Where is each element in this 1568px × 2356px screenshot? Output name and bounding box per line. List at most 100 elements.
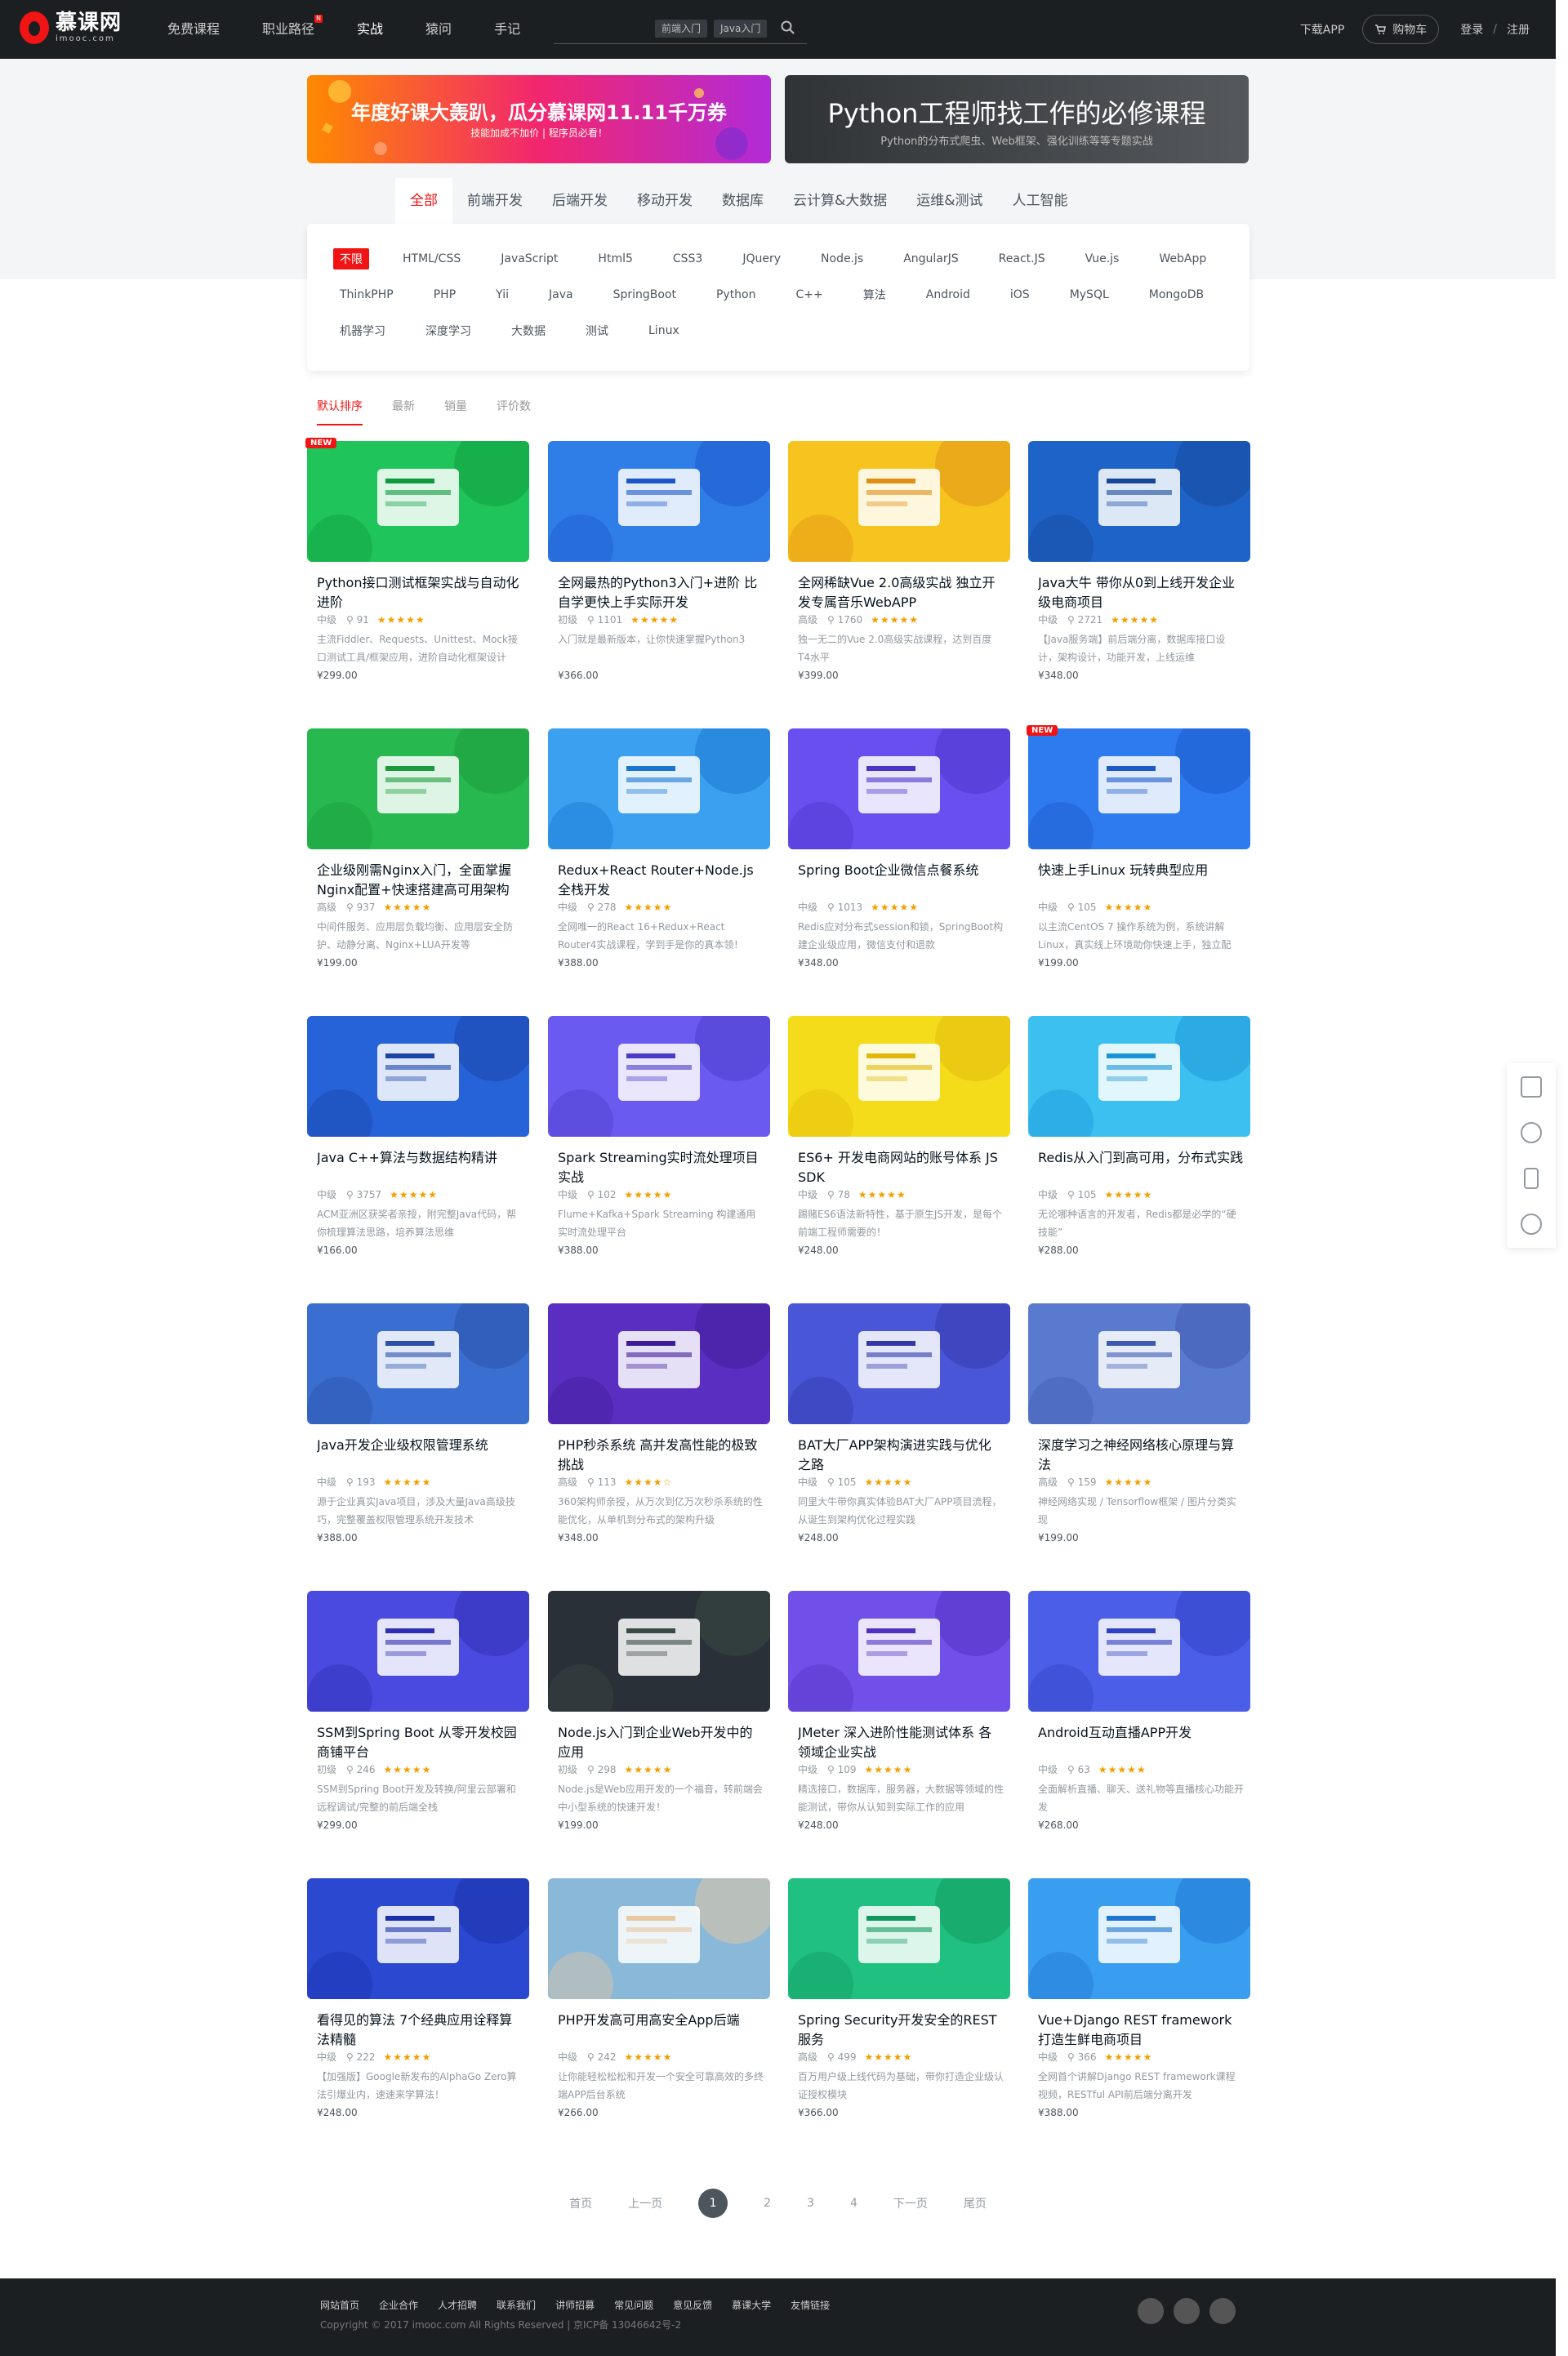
course-thumbnail[interactable] (1028, 728, 1250, 849)
course-card[interactable]: Spark Streaming实时流处理项目实战 中级 ⚲ 102 ★★★★★ Flum… (548, 1016, 770, 1261)
course-title[interactable]: SSM到Spring Boot 从零开发校园商铺平台 (317, 1723, 523, 1762)
course-thumbnail[interactable] (548, 1016, 770, 1137)
next-page-link[interactable]: 下一页 (893, 2195, 928, 2211)
course-title[interactable]: BAT大厂APP架构演进实践与优化之路 (798, 1436, 1004, 1475)
course-card[interactable]: Java开发企业级权限管理系统 中级 ⚲ 193 ★★★★★ 源于企业真实Java项目，… (307, 1303, 529, 1548)
nav-item[interactable]: 手记 (494, 0, 520, 59)
category-tab[interactable]: 运维&测试 (902, 178, 997, 224)
course-title[interactable]: 深度学习之神经网络核心原理与算法 (1038, 1436, 1244, 1475)
course-title[interactable]: Java大牛 带你从0到上线开发企业级电商项目 (1038, 573, 1244, 612)
course-card[interactable]: PHP秒杀系统 高并发高性能的极致挑战 高级 ⚲ 113 ★★★★☆ 360架构师亲授，… (548, 1303, 770, 1548)
footer-link[interactable]: 慕课大学 (732, 2298, 771, 2312)
course-thumbnail[interactable] (788, 1591, 1010, 1712)
course-thumbnail[interactable] (307, 728, 529, 849)
course-card[interactable]: ES6+ 开发电商网站的账号体系 JS SDK 中级 ⚲ 78 ★★★★★ 踢赌ES6语… (788, 1016, 1010, 1261)
course-thumbnail[interactable] (548, 441, 770, 562)
course-card[interactable]: 全网稀缺Vue 2.0高级实战 独立开发专属音乐WebAPP 高级 ⚲ 1760 ★★… (788, 441, 1010, 686)
filter-tag[interactable]: 测试 (579, 320, 615, 341)
filter-tag[interactable]: Linux (642, 322, 686, 340)
course-thumbnail[interactable] (788, 728, 1010, 849)
footer-link[interactable]: 常见问题 (614, 2298, 653, 2312)
first-page-link[interactable]: 首页 (569, 2195, 592, 2211)
search-icon[interactable] (780, 20, 796, 36)
course-thumbnail[interactable] (1028, 441, 1250, 562)
filter-tag[interactable]: JavaScript (494, 250, 564, 268)
cart-button[interactable]: 购物车 (1362, 15, 1440, 44)
course-card[interactable]: 全网最热的Python3入门+进阶 比自学更快上手实际开发 初级 ⚲ 1101 ★★★… (548, 441, 770, 686)
footer-link[interactable]: 讲师招募 (555, 2298, 595, 2312)
filter-tag[interactable]: MongoDB (1143, 286, 1210, 304)
course-thumbnail[interactable] (1028, 1591, 1250, 1712)
filter-tag[interactable]: 深度学习 (419, 320, 478, 341)
register-link[interactable]: 注册 (1507, 21, 1530, 38)
course-card[interactable]: PHP开发高可用高安全App后端 中级 ⚲ 242 ★★★★★ 让你能轻松松松和开发一个… (548, 1878, 770, 2123)
mobile-app-icon[interactable] (1524, 1168, 1539, 1189)
category-tab[interactable]: 人工智能 (998, 178, 1083, 224)
filter-tag[interactable]: Android (920, 286, 977, 304)
course-card[interactable]: 深度学习之神经网络核心原理与算法 高级 ⚲ 159 ★★★★★ 神经网络实现 / Ten… (1028, 1303, 1250, 1548)
sort-option[interactable]: 销量 (444, 398, 467, 425)
course-card[interactable]: Vue+Django REST framework 打造生鲜电商项目 中级 ⚲ 36… (1028, 1878, 1250, 2123)
course-title[interactable]: PHP开发高可用高安全App后端 (558, 2011, 764, 2050)
filter-tag[interactable]: Vue.js (1079, 250, 1126, 268)
course-thumbnail[interactable] (548, 1303, 770, 1424)
filter-tag[interactable]: WebApp (1152, 250, 1213, 268)
qq-icon[interactable] (1209, 2298, 1236, 2324)
course-thumbnail[interactable] (307, 441, 529, 562)
search-bar[interactable]: 前端入门 Java入门 (554, 15, 807, 44)
nav-item[interactable]: 职业路径 N (262, 0, 323, 59)
wechat-icon[interactable] (1138, 2298, 1164, 2324)
page-3[interactable]: 3 (807, 2197, 814, 2210)
course-thumbnail[interactable] (307, 1016, 529, 1137)
footer-link[interactable]: 友情链接 (791, 2298, 830, 2312)
course-title[interactable]: Android互动直播APP开发 (1038, 1723, 1244, 1762)
course-card[interactable]: Java大牛 带你从0到上线开发企业级电商项目 中级 ⚲ 2721 ★★★★★ 【Jav… (1028, 441, 1250, 686)
course-card[interactable]: Spring Boot企业微信点餐系统 中级 ⚲ 1013 ★★★★★ Redis应对分… (788, 728, 1010, 973)
filter-tag[interactable]: Html5 (591, 250, 639, 268)
filter-tag[interactable]: Java (542, 286, 580, 304)
course-title[interactable]: ES6+ 开发电商网站的账号体系 JS SDK (798, 1148, 1004, 1187)
page-2[interactable]: 2 (764, 2197, 771, 2210)
course-card[interactable]: Redis从入门到高可用，分布式实践 中级 ⚲ 105 ★★★★★ 无论哪种语言的开发者… (1028, 1016, 1250, 1261)
filter-tag[interactable]: 机器学习 (333, 320, 392, 341)
page-4[interactable]: 4 (850, 2197, 858, 2210)
course-title[interactable]: Spring Security开发安全的REST服务 (798, 2011, 1004, 2050)
filter-tag[interactable]: Node.js (814, 250, 870, 268)
sort-option[interactable]: 评价数 (497, 398, 531, 425)
course-title[interactable]: 看得见的算法 7个经典应用诠释算法精髓 (317, 2011, 523, 2050)
filter-tag[interactable]: React.JS (992, 250, 1052, 268)
course-thumbnail[interactable] (307, 1591, 529, 1712)
course-thumbnail[interactable] (1028, 1303, 1250, 1424)
course-card[interactable]: SSM到Spring Boot 从零开发校园商铺平台 初级 ⚲ 246 ★★★★★ SS… (307, 1591, 529, 1836)
footer-link[interactable]: 联系我们 (497, 2298, 536, 2312)
category-tab[interactable]: 前端开发 (452, 178, 537, 224)
sort-option[interactable]: 最新 (392, 398, 415, 425)
course-title[interactable]: Node.js入门到企业Web开发中的应用 (558, 1723, 764, 1762)
course-thumbnail[interactable] (788, 441, 1010, 562)
course-title[interactable]: Java C++算法与数据结构精讲 (317, 1148, 523, 1187)
course-thumbnail[interactable] (1028, 1878, 1250, 1999)
course-title[interactable]: Redis从入门到高可用，分布式实践 (1038, 1148, 1244, 1187)
prev-page-link[interactable]: 上一页 (628, 2195, 662, 2211)
chat-icon[interactable] (1521, 1214, 1542, 1235)
course-thumbnail[interactable] (788, 1303, 1010, 1424)
filter-tag[interactable]: MySQL (1063, 286, 1116, 304)
footer-link[interactable]: 网站首页 (320, 2298, 359, 2312)
footer-link[interactable]: 人才招聘 (438, 2298, 477, 2312)
search-tag[interactable]: 前端入门 (655, 20, 708, 38)
filter-tag[interactable]: 算法 (857, 284, 893, 305)
page-1[interactable]: 1 (698, 2189, 728, 2218)
sort-option[interactable]: 默认排序 (317, 398, 363, 425)
filter-tag[interactable]: PHP (427, 286, 462, 304)
course-title[interactable]: PHP秒杀系统 高并发高性能的极致挑战 (558, 1436, 764, 1475)
course-card[interactable]: Java C++算法与数据结构精讲 中级 ⚲ 3757 ★★★★★ ACM亚洲区获奖者亲… (307, 1016, 529, 1261)
search-tag[interactable]: Java入门 (714, 20, 768, 38)
weibo-icon[interactable] (1174, 2298, 1200, 2324)
course-thumbnail[interactable] (788, 1878, 1010, 1999)
filter-tag[interactable]: HTML/CSS (396, 250, 467, 268)
course-card[interactable]: BAT大厂APP架构演进实践与优化之路 中级 ⚲ 105 ★★★★★ 同里大牛带你真实体… (788, 1303, 1010, 1548)
course-thumbnail[interactable] (548, 1591, 770, 1712)
course-title[interactable]: 全网稀缺Vue 2.0高级实战 独立开发专属音乐WebAPP (798, 573, 1004, 612)
course-title[interactable]: Redux+React Router+Node.js全栈开发 (558, 861, 764, 900)
course-card[interactable]: Spring Security开发安全的REST服务 高级 ⚲ 499 ★★★★★ 百万… (788, 1878, 1010, 2123)
